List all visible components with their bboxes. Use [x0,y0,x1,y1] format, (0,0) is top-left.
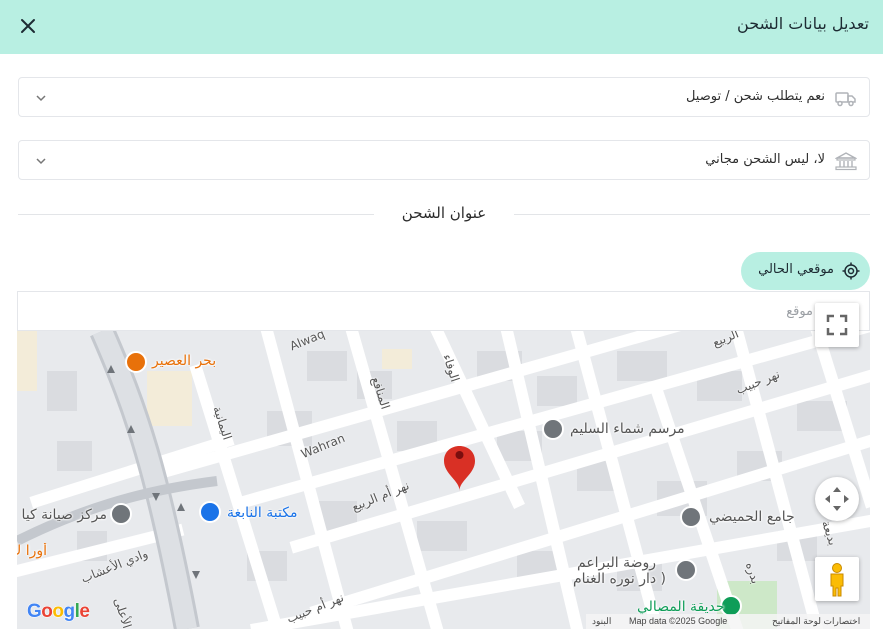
keyboard-shortcuts-link[interactable]: اختصارات لوحة المفاتيح [772,616,860,627]
mosque-icon[interactable] [680,506,702,528]
bank-icon [835,152,857,171]
chevron-down-icon [36,95,46,102]
terms-link[interactable]: البنود [592,616,611,627]
section-divider-right [514,214,870,215]
dialog-header: تعديل بيانات الشحن [0,0,883,54]
dialog-title: تعديل بيانات الشحن [737,14,869,33]
free-shipping-value: لا، ليس الشحن مجاني [705,152,825,167]
poi-label[interactable]: مكتبة النابغة [227,505,297,521]
current-location-label: موقعي الحالي [758,262,834,277]
poi-label[interactable]: أورا ك [17,543,47,559]
school-icon[interactable] [675,559,697,581]
truck-icon [835,92,856,107]
close-icon[interactable] [14,12,42,40]
location-search-box [17,291,870,331]
crosshair-icon [842,262,860,280]
poi-label[interactable]: مرسم شماء السليم [570,421,685,437]
poi-label[interactable]: حديقة المصالي [637,599,725,615]
google-logo: Google [26,601,90,623]
shipping-required-select[interactable]: نعم يتطلب شحن / توصيل [18,77,870,117]
pan-control-button[interactable] [815,477,859,521]
shopping-bag-icon[interactable] [199,501,221,523]
restaurant-icon[interactable] [125,351,147,373]
poi-label[interactable]: مركز صيانة كيا [17,507,107,523]
map-data-text: Map data ©2025 Google [629,616,728,626]
pan-arrows-icon [825,487,849,511]
fullscreen-button[interactable] [815,303,859,347]
free-shipping-select[interactable]: لا، ليس الشحن مجاني [18,140,870,180]
shipping-required-value: نعم يتطلب شحن / توصيل [685,89,825,104]
poi-pin-icon[interactable] [542,418,564,440]
street-view-button[interactable] [815,557,859,601]
poi-label[interactable]: بحر العصير [152,353,216,369]
poi-pin-icon[interactable] [110,503,132,525]
fullscreen-icon [826,314,848,336]
map-view[interactable]: بحر العصير مرسم شماء السليم مكتبة النابغ… [17,331,870,629]
poi-label[interactable]: جامع الحميضي [709,509,795,525]
poi-label[interactable]: روضة البراعم [577,555,656,571]
section-divider-left [18,214,374,215]
section-title: عنوان الشحن [401,204,487,222]
location-input[interactable] [18,292,869,330]
pegman-icon [830,563,844,597]
poi-label[interactable]: ( دار نوره الغنام [573,571,666,587]
chevron-down-icon [36,158,46,165]
current-location-button[interactable]: موقعي الحالي [741,252,870,290]
map-canvas[interactable] [17,331,870,629]
map-attribution: البنود Map data ©2025 Google اختصارات لو… [586,614,870,629]
